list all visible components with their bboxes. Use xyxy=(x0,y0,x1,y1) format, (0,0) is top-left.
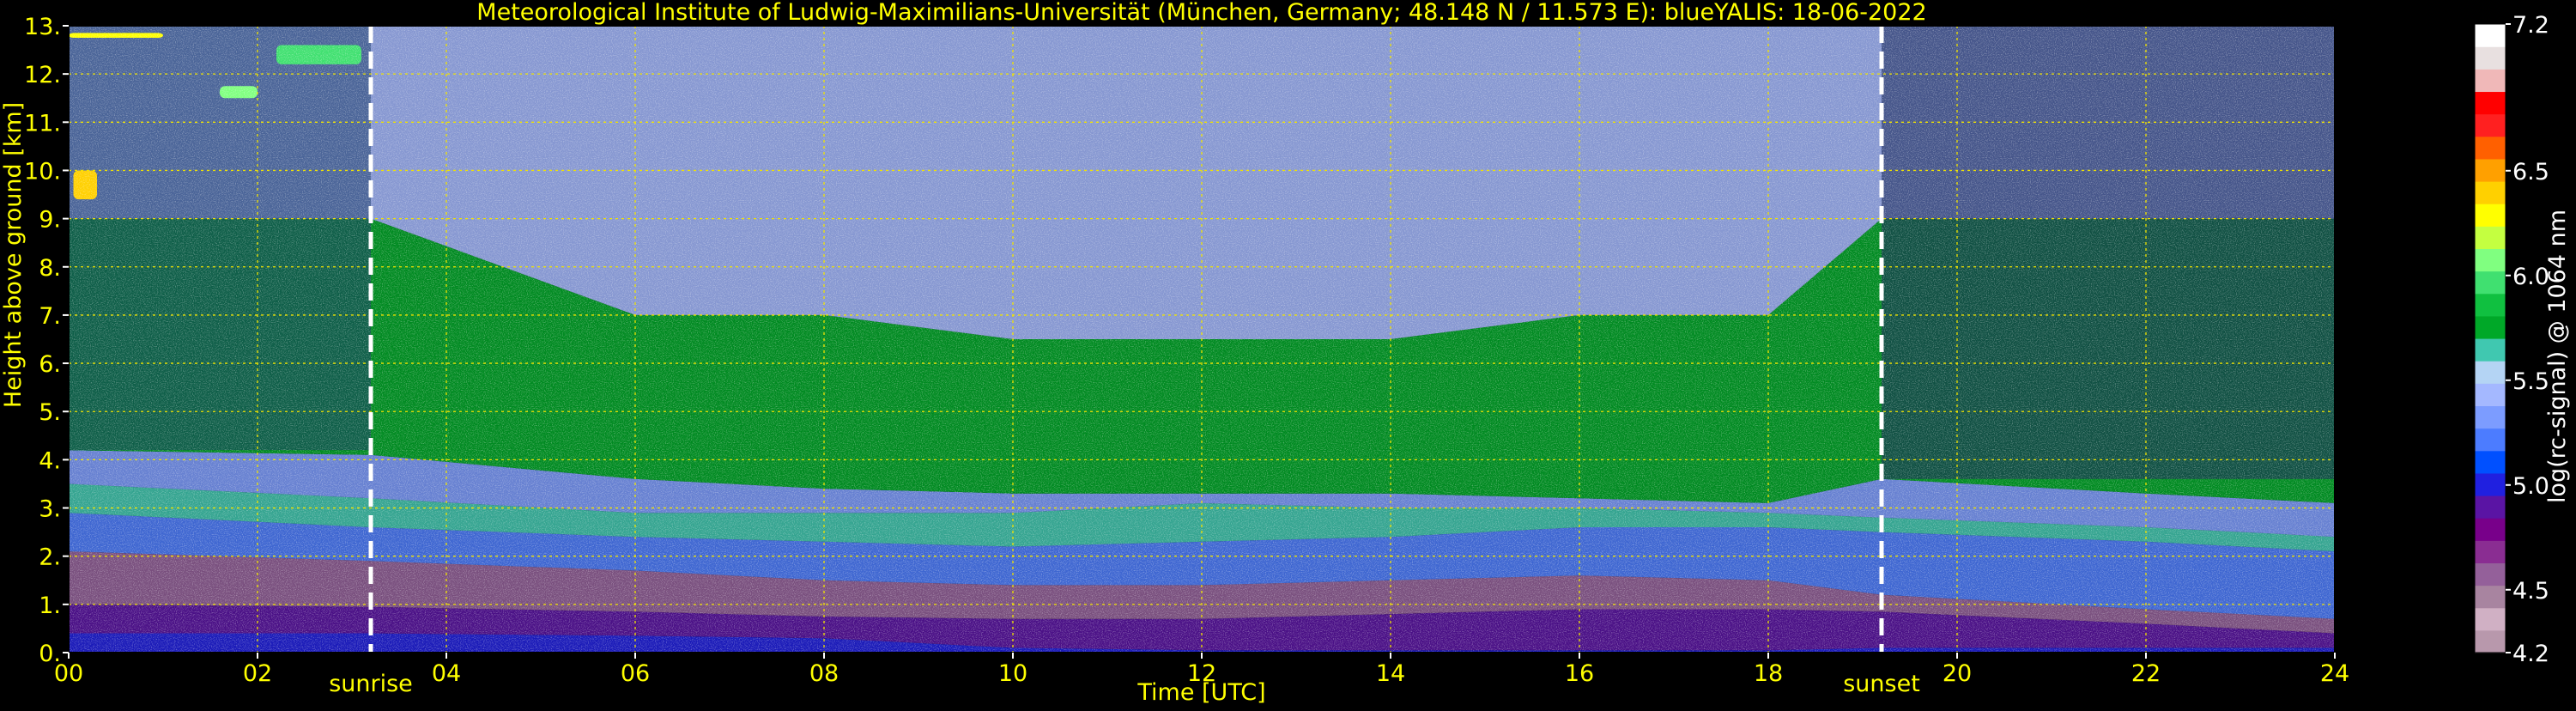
x-tick-label-2: 04 xyxy=(432,660,461,687)
x-tick-label-12: 24 xyxy=(2320,660,2349,687)
x-tick-label-1: 02 xyxy=(243,660,272,687)
colorbar-tick-label-5: 4.5 xyxy=(2512,578,2549,605)
y-tick-label-7: 7. xyxy=(39,303,61,330)
colorbar-swatch-22 xyxy=(2475,136,2506,160)
colorbar-swatch-20 xyxy=(2475,181,2506,204)
plot-area xyxy=(69,26,2335,653)
colorbar-swatch-2 xyxy=(2475,585,2506,609)
y-tick-label-3: 3. xyxy=(39,496,61,523)
y-tick-label-13: 13. xyxy=(24,14,61,40)
colorbar-swatch-18 xyxy=(2475,226,2506,250)
y-tick-label-8: 8. xyxy=(39,255,61,282)
y-tick-label-9: 9. xyxy=(39,207,61,234)
y-tick-label-5: 5. xyxy=(39,399,61,426)
colorbar-swatch-0 xyxy=(2475,629,2506,653)
colorbar-swatch-3 xyxy=(2475,562,2506,586)
colorbar-swatch-19 xyxy=(2475,204,2506,227)
x-tick-label-10: 20 xyxy=(1943,660,1972,687)
colorbar-tick-label-6: 4.2 xyxy=(2512,641,2549,667)
colorbar-swatch-7 xyxy=(2475,472,2506,496)
colorbar-swatch-17 xyxy=(2475,248,2506,272)
colorbar-swatch-8 xyxy=(2475,450,2506,474)
colorbar-tick-label-0: 7.2 xyxy=(2512,12,2549,39)
colorbar-swatch-23 xyxy=(2475,113,2506,137)
y-tick-label-1: 1. xyxy=(39,592,61,619)
x-tick-label-9: 18 xyxy=(1754,660,1783,687)
colorbar-swatch-4 xyxy=(2475,540,2506,564)
event-label-0: sunrise xyxy=(329,671,413,697)
colorbar-swatch-24 xyxy=(2475,91,2506,115)
chart-title: Meteorological Institute of Ludwig-Maxim… xyxy=(476,0,1926,26)
event-label-1: sunset xyxy=(1843,671,1920,697)
colorbar-swatch-25 xyxy=(2475,69,2506,93)
x-tick-label-3: 06 xyxy=(621,660,650,687)
colorbar-swatch-10 xyxy=(2475,405,2506,429)
y-tick-label-12: 12. xyxy=(24,62,61,88)
colorbar-swatch-5 xyxy=(2475,518,2506,541)
lidar-chart: Meteorological Institute of Ludwig-Maxim… xyxy=(0,0,2576,708)
y-tick-label-2: 2. xyxy=(39,544,61,571)
colorbar-swatch-16 xyxy=(2475,270,2506,295)
colorbar-swatch-15 xyxy=(2475,293,2506,317)
y-tick-label-10: 10. xyxy=(24,158,61,185)
y-tick-label-4: 4. xyxy=(39,447,61,474)
lidar-quicklook-figure: Meteorological Institute of Ludwig-Maxim… xyxy=(0,0,2576,708)
colorbar-tick-label-1: 6.5 xyxy=(2512,159,2549,185)
x-tick-label-4: 08 xyxy=(809,660,839,687)
colorbar-swatch-6 xyxy=(2475,495,2506,519)
colorbar-swatch-14 xyxy=(2475,315,2506,339)
plot-clip-group xyxy=(69,26,2335,653)
y-tick-label-11: 11. xyxy=(24,110,61,137)
colorbar-swatch-9 xyxy=(2475,428,2506,452)
x-tick-label-11: 22 xyxy=(2131,660,2161,687)
y-tick-label-6: 6. xyxy=(39,351,61,378)
x-tick-label-7: 14 xyxy=(1376,660,1405,687)
colorbar-swatch-13 xyxy=(2475,338,2506,362)
colorbar-swatch-26 xyxy=(2475,46,2506,70)
colorbar-swatch-21 xyxy=(2475,158,2506,182)
colorbar-swatch-27 xyxy=(2475,24,2506,47)
x-axis-label: Time [UTC] xyxy=(1136,679,1265,706)
x-tick-label-8: 16 xyxy=(1565,660,1594,687)
x-tick-label-5: 10 xyxy=(998,660,1027,687)
colorbar-swatch-1 xyxy=(2475,607,2506,631)
colorbar-swatch-11 xyxy=(2475,383,2506,407)
y-tick-label-0: 0. xyxy=(39,641,61,667)
colorbar-swatch-12 xyxy=(2475,361,2506,384)
y-axis-label: Height above ground [km] xyxy=(0,102,27,408)
colorbar-label: log(rc-signal) @ 1064 nm xyxy=(2544,210,2571,503)
